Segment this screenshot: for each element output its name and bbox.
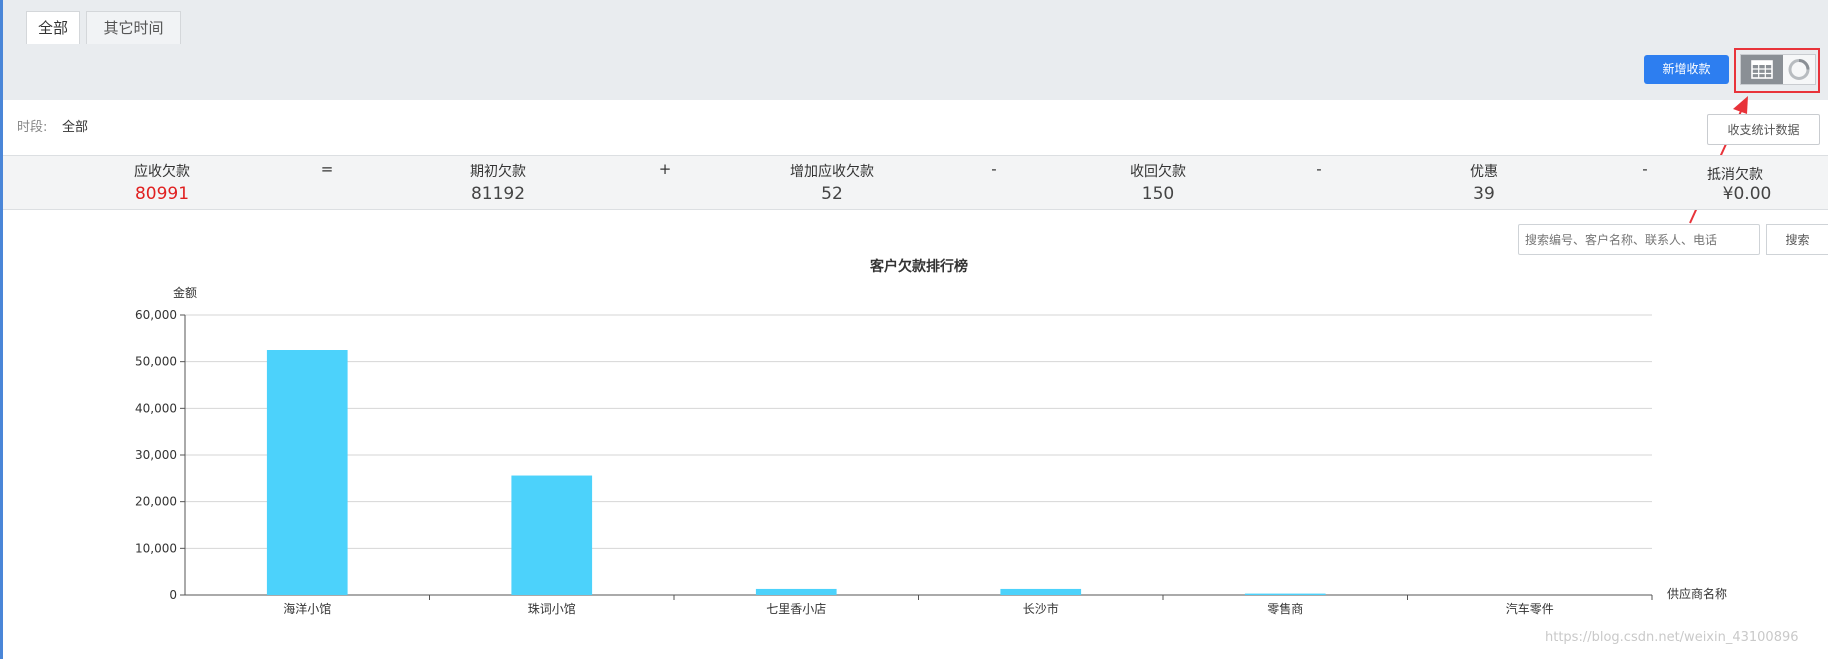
- y-tick-label: 50,000: [135, 355, 177, 369]
- x-tick-label: 海洋小馆: [283, 601, 331, 616]
- x-tick-label: 零售商: [1267, 601, 1303, 616]
- y-tick-label: 30,000: [135, 448, 177, 462]
- watermark: https://blog.csdn.net/weixin_43100896: [1545, 630, 1799, 645]
- customer-debt-bar-chart: 客户欠款排行榜金额供应商名称 0 10,000 20,000 30,000 40,000 5…: [135, 258, 1727, 616]
- y-tick-label: 0: [169, 588, 177, 602]
- bar: [1000, 588, 1082, 595]
- x-tick-label: 汽车零件: [1506, 601, 1554, 616]
- x-tick-label: 长沙市: [1023, 601, 1059, 616]
- bar: [511, 475, 593, 595]
- bar: [755, 588, 837, 595]
- x-axis-label: 供应商名称: [1667, 586, 1727, 601]
- bar: [1244, 593, 1326, 595]
- chart-title: 客户欠款排行榜: [869, 258, 968, 275]
- y-tick-label: 10,000: [135, 541, 177, 555]
- x-tick-label: 七里香小店: [766, 602, 826, 616]
- y-tick-label: 20,000: [135, 495, 177, 509]
- y-tick-label: 40,000: [135, 401, 177, 415]
- y-axis-label: 金额: [173, 285, 197, 300]
- x-tick-label: 珠词小馆: [528, 601, 576, 616]
- bar: [266, 350, 348, 595]
- y-tick-label: 60,000: [135, 308, 177, 322]
